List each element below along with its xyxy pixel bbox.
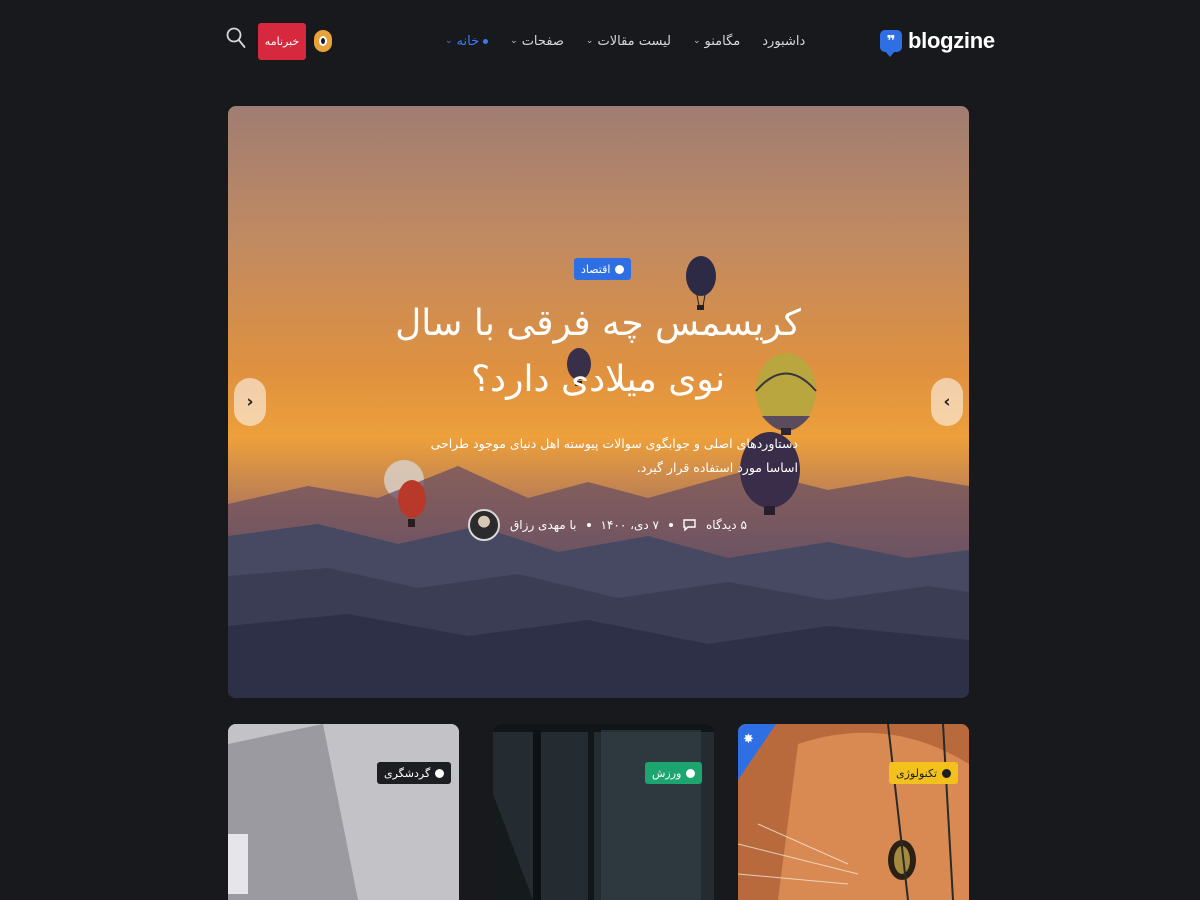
category-label: تکنولوژی [896,766,938,780]
newsletter-button[interactable]: خبرنامه [258,23,306,60]
hero-slide[interactable]: اقتصاد کریسمس چه فرقی با سال نوی میلادی … [228,106,969,698]
logo-quote-icon: ❞ [880,30,902,57]
nav-item-dashboard[interactable]: داشبورد [762,34,805,49]
chevron-down-icon: ⌄ [510,36,518,46]
search-icon[interactable] [226,27,246,49]
circle-icon [435,768,445,778]
star-icon: ✸ [743,732,754,747]
category-badge[interactable]: اقتصاد [574,258,632,280]
post-card[interactable]: ✸ تکنولوژی [738,724,969,900]
circle-icon [686,768,696,778]
hero-title[interactable]: کریسمس چه فرقی با سال نوی میلادی دارد؟ [378,296,818,408]
active-dot-icon [483,38,489,44]
category-badge[interactable]: ورزش [645,762,703,784]
category-badge[interactable]: تکنولوژی [889,762,959,784]
nav-label: مگامنو [704,33,741,49]
main-nav: خانه ⌄ صفحات ⌄ لیست مقالات ⌄ مگامنو ⌄ دا… [445,30,805,52]
post-card[interactable]: گردشگری [228,724,459,900]
nav-label: صفحات [521,33,564,49]
category-label: گردشگری [384,766,431,780]
post-card[interactable]: ورزش [493,724,714,900]
dark-mode-toggle-icon[interactable] [314,30,332,52]
nav-item-post-list[interactable]: لیست مقالات ⌄ [586,34,671,49]
logo-text: blogzine [908,28,995,53]
author-avatar[interactable] [468,509,500,541]
card-image [493,724,714,900]
post-meta: با مهدی رزاق ۷ دی، ۱۴۰۰ ۵ دیدگاه [468,500,747,550]
slider-prev-button[interactable]: › [234,378,266,426]
nav-label: خانه [456,33,480,49]
separator-dot [669,523,673,527]
author-name[interactable]: با مهدی رزاق [510,518,577,532]
comment-count[interactable]: ۵ دیدگاه [706,518,747,532]
separator-dot [586,523,591,527]
site-header: ❞ blogzine خانه ⌄ صفحات ⌄ لیست مقالات ⌄ … [0,0,1200,80]
card-image [228,724,459,900]
chevron-down-icon: ⌄ [692,36,701,46]
chevron-down-icon: ⌄ [445,36,453,46]
hero-description: دستاوردهای اصلی و جوابگوی سوالات پیوسته … [430,436,798,475]
comment-icon [683,519,696,531]
category-label: اقتصاد [581,262,611,276]
category-badge[interactable]: گردشگری [377,762,452,784]
nav-item-pages[interactable]: صفحات ⌄ [510,34,564,49]
nav-item-megamenu[interactable]: مگامنو ⌄ [693,34,740,49]
nav-label: داشبورد [762,33,806,49]
nav-label: لیست مقالات [597,33,671,49]
chevron-down-icon: ⌄ [585,36,594,46]
circle-icon [942,768,952,778]
site-logo[interactable]: ❞ blogzine [880,24,995,58]
slider-next-button[interactable]: ‹ [931,378,963,426]
circle-icon [615,264,625,274]
nav-item-home[interactable]: خانه ⌄ [445,33,489,49]
category-label: ورزش [652,766,682,780]
post-date: ۷ دی، ۱۴۰۰ [600,518,659,532]
